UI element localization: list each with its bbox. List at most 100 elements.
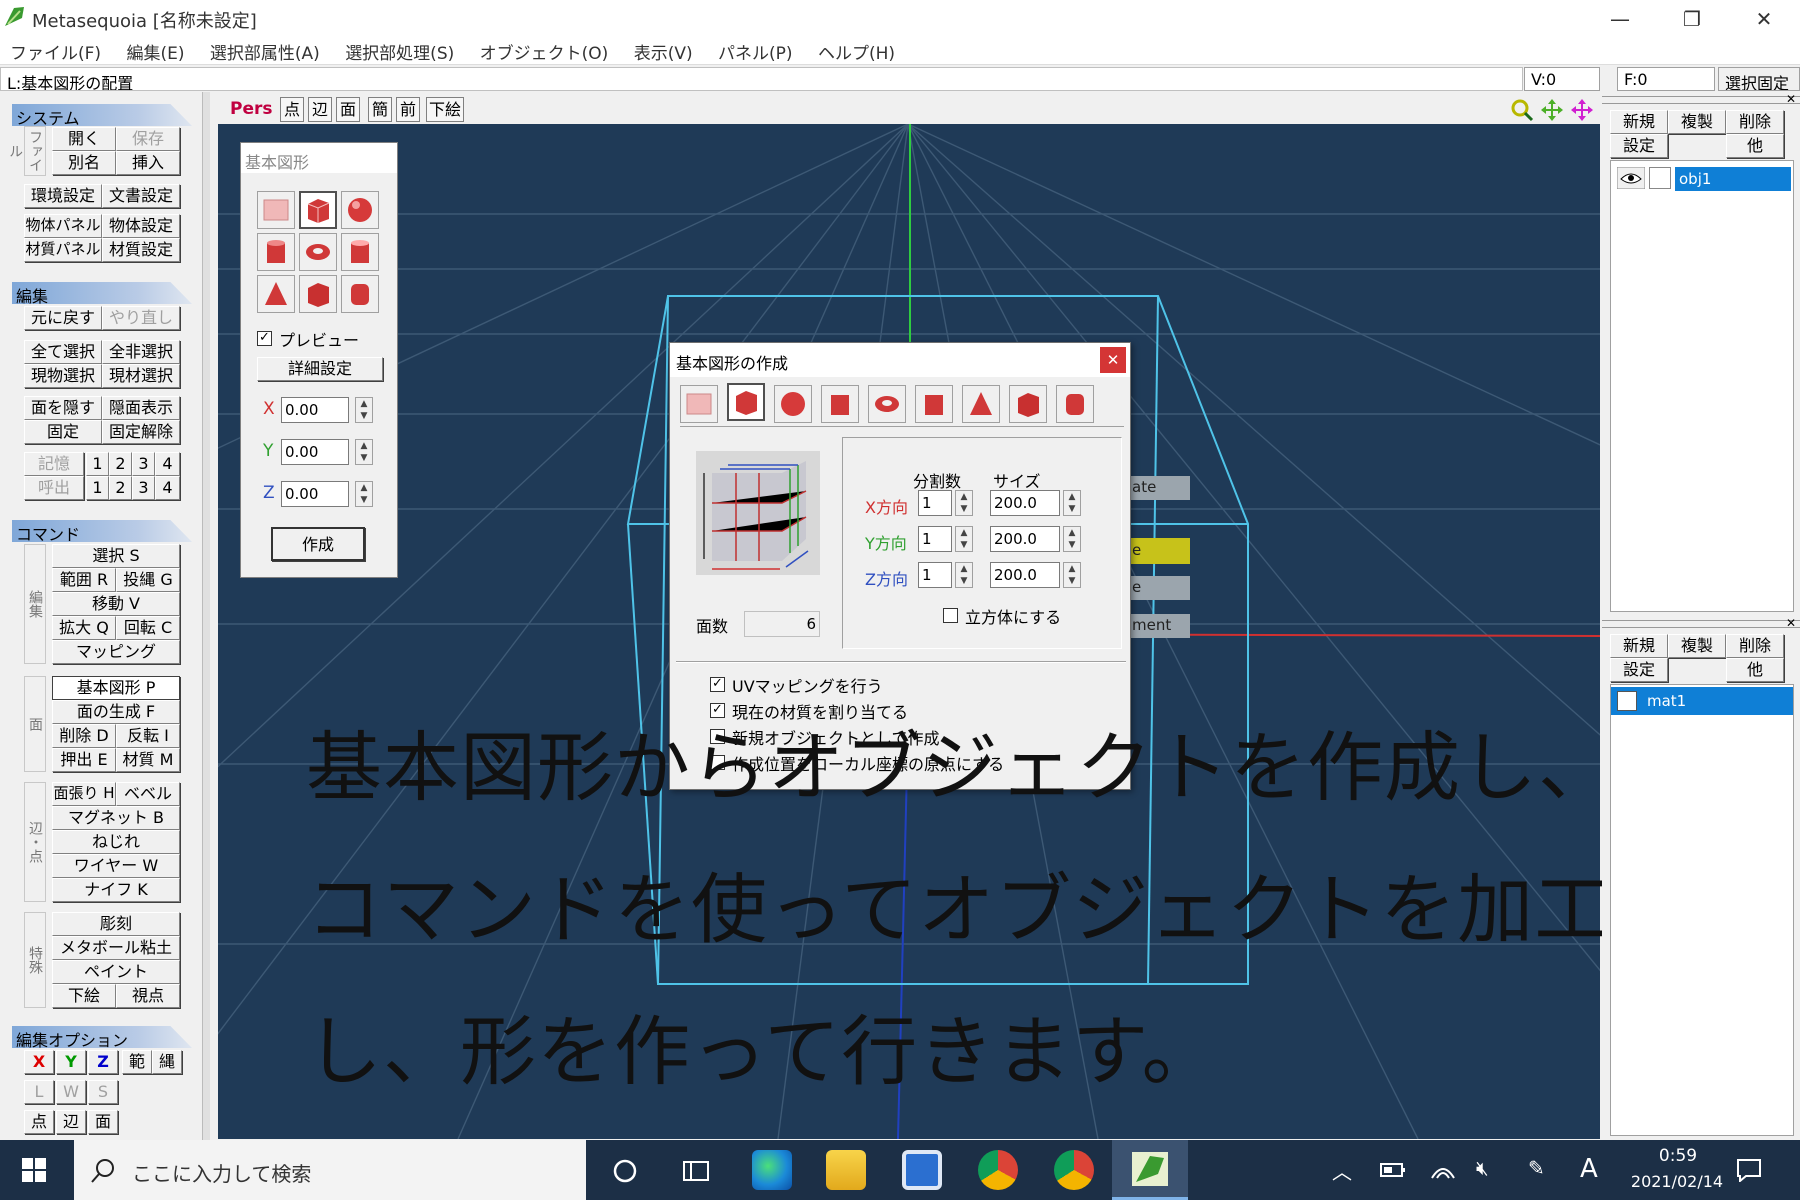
menu-panel[interactable]: パネル(P)	[708, 36, 803, 67]
hide-faces-button[interactable]: 面を隠す	[24, 396, 102, 420]
menu-selection-proc[interactable]: 選択部処理(S)	[335, 36, 464, 67]
metaball-button[interactable]: メタボール粘土	[52, 936, 180, 960]
minimize-icon[interactable]: —	[1584, 0, 1656, 38]
memory-slot-2[interactable]: 2	[109, 452, 132, 476]
palette-z-input[interactable]: 0.00	[281, 481, 349, 507]
hidden-dialog-button-3[interactable]: e	[1130, 576, 1190, 600]
scale-command-button[interactable]: 拡大 Q	[52, 616, 116, 640]
uv-mapping-checkbox[interactable]: ✓	[710, 677, 725, 692]
x-size-spinner[interactable]: ▲ ▼	[1063, 490, 1081, 516]
object-new-button[interactable]: 新規	[1610, 110, 1668, 134]
object-delete-button[interactable]: 削除	[1726, 110, 1784, 134]
file-explorer-icon[interactable]	[826, 1150, 866, 1190]
material-duplicate-button[interactable]: 複製	[1668, 634, 1726, 658]
dialog-sphere-icon[interactable]	[774, 385, 812, 423]
visibility-eye-icon[interactable]	[1617, 167, 1645, 189]
open-button[interactable]: 開く	[52, 127, 116, 151]
z-division-spinner[interactable]: ▲ ▼	[955, 562, 973, 588]
sculpt-button[interactable]: 彫刻	[52, 912, 180, 936]
battery-icon[interactable]	[1380, 1160, 1406, 1180]
view-underlay-button[interactable]: 下絵	[426, 97, 464, 122]
show-hidden-button[interactable]: 隠面表示	[102, 396, 180, 420]
y-division-input[interactable]: 1	[918, 526, 952, 552]
material-panel-grip[interactable]	[1602, 620, 1800, 628]
object-panel-button[interactable]: 物体パネル	[24, 214, 102, 238]
palette-x-input[interactable]: 0.00	[281, 397, 349, 423]
menu-object[interactable]: オブジェクト(O)	[470, 36, 619, 67]
insert-button[interactable]: 挿入	[116, 151, 180, 175]
move-command-button[interactable]: 移動 V	[52, 592, 180, 616]
object-settings-button[interactable]: 物体設定	[102, 214, 180, 238]
recall-slot-1[interactable]: 1	[86, 476, 109, 500]
select-command-button[interactable]: 選択 S	[52, 544, 180, 568]
redo-button[interactable]: やり直し	[102, 306, 180, 330]
face-stretch-button[interactable]: 面張り H	[52, 782, 116, 806]
recall-button[interactable]: 呼出	[24, 476, 84, 500]
z-size-spinner[interactable]: ▲ ▼	[1063, 562, 1081, 588]
cortana-icon[interactable]	[612, 1158, 638, 1184]
palette-z-spinner[interactable]: ▲ ▼	[355, 481, 373, 507]
axis-x-toggle[interactable]: X	[24, 1050, 54, 1074]
rotate-view-icon[interactable]	[1570, 98, 1594, 122]
object-panel-close-icon[interactable]: ✕	[1786, 92, 1796, 106]
object-duplicate-button[interactable]: 複製	[1668, 110, 1726, 134]
hidden-dialog-button-1[interactable]: ate	[1130, 476, 1190, 500]
unfix-button[interactable]: 固定解除	[102, 420, 180, 444]
face-mode-toggle[interactable]: 面	[88, 1110, 118, 1134]
undo-button[interactable]: 元に戻す	[24, 306, 102, 330]
box-shape-icon[interactable]	[299, 275, 337, 313]
underlay-button[interactable]: 下絵	[52, 984, 116, 1008]
app-window-icon[interactable]	[902, 1150, 942, 1190]
range-option-toggle[interactable]: 範	[122, 1050, 152, 1074]
fix-button[interactable]: 固定	[24, 420, 102, 444]
notification-icon[interactable]	[1736, 1158, 1762, 1182]
material-command-button[interactable]: 材質 M	[116, 748, 180, 772]
view-face-button[interactable]: 面	[336, 97, 360, 122]
clock-time[interactable]: 0:59	[1630, 1146, 1726, 1166]
dialog-close-icon[interactable]: ✕	[1100, 347, 1126, 373]
y-size-spinner[interactable]: ▲ ▼	[1063, 526, 1081, 552]
view-point-button[interactable]: 点	[280, 97, 304, 122]
viewpoint-button[interactable]: 視点	[116, 984, 180, 1008]
left-panel-scrollbar[interactable]	[202, 92, 210, 1140]
hidden-dialog-button-2[interactable]: e	[1130, 538, 1190, 564]
flip-command-button[interactable]: 反転 I	[116, 724, 180, 748]
select-current-object-button[interactable]: 現物選択	[24, 364, 102, 388]
z-size-input[interactable]: 200.0	[990, 562, 1060, 588]
bevel-button[interactable]: ベベル	[116, 782, 180, 806]
pen-icon[interactable]: ✎	[1528, 1156, 1545, 1180]
clock-date[interactable]: 2021/02/14	[1612, 1172, 1742, 1191]
material-other-button[interactable]: 他	[1726, 658, 1784, 682]
object-item-obj1[interactable]: obj1	[1675, 167, 1791, 191]
knife-button[interactable]: ナイフ K	[52, 878, 180, 902]
select-current-material-button[interactable]: 現材選択	[102, 364, 180, 388]
paint-button[interactable]: ペイント	[52, 960, 180, 984]
create-button[interactable]: 作成	[271, 527, 365, 561]
material-settings-button[interactable]: 設定	[1610, 658, 1668, 682]
doc-settings-button[interactable]: 文書設定	[102, 184, 180, 208]
x-division-spinner[interactable]: ▲ ▼	[955, 490, 973, 516]
world-toggle[interactable]: W	[56, 1080, 86, 1104]
dialog-cylinder-icon[interactable]	[821, 385, 859, 423]
plane-shape-icon[interactable]	[257, 191, 295, 229]
lasso-select-button[interactable]: 投縄 G	[116, 568, 180, 592]
memory-slot-3[interactable]: 3	[132, 452, 155, 476]
material-panel-close-icon[interactable]: ✕	[1786, 616, 1796, 630]
twist-button[interactable]: ねじれ	[52, 830, 180, 854]
selection-lock-button[interactable]: 選択固定	[1718, 67, 1800, 91]
save-button[interactable]: 保存	[116, 127, 180, 151]
generate-face-button[interactable]: 面の生成 F	[52, 700, 180, 724]
material-settings-button[interactable]: 材質設定	[102, 238, 180, 262]
env-settings-button[interactable]: 環境設定	[24, 184, 102, 208]
dialog-cube-icon[interactable]	[727, 383, 765, 421]
object-panel-grip[interactable]	[1602, 96, 1800, 104]
zoom-icon[interactable]	[1510, 98, 1534, 122]
view-edge-button[interactable]: 辺	[308, 97, 332, 122]
menu-file[interactable]: ファイル(F)	[0, 36, 111, 67]
menu-view[interactable]: 表示(V)	[624, 36, 703, 67]
x-division-input[interactable]: 1	[918, 490, 952, 516]
wifi-icon[interactable]	[1430, 1158, 1456, 1182]
mapping-command-button[interactable]: マッピング	[52, 640, 180, 664]
z-division-input[interactable]: 1	[918, 562, 952, 588]
x-size-input[interactable]: 200.0	[990, 490, 1060, 516]
